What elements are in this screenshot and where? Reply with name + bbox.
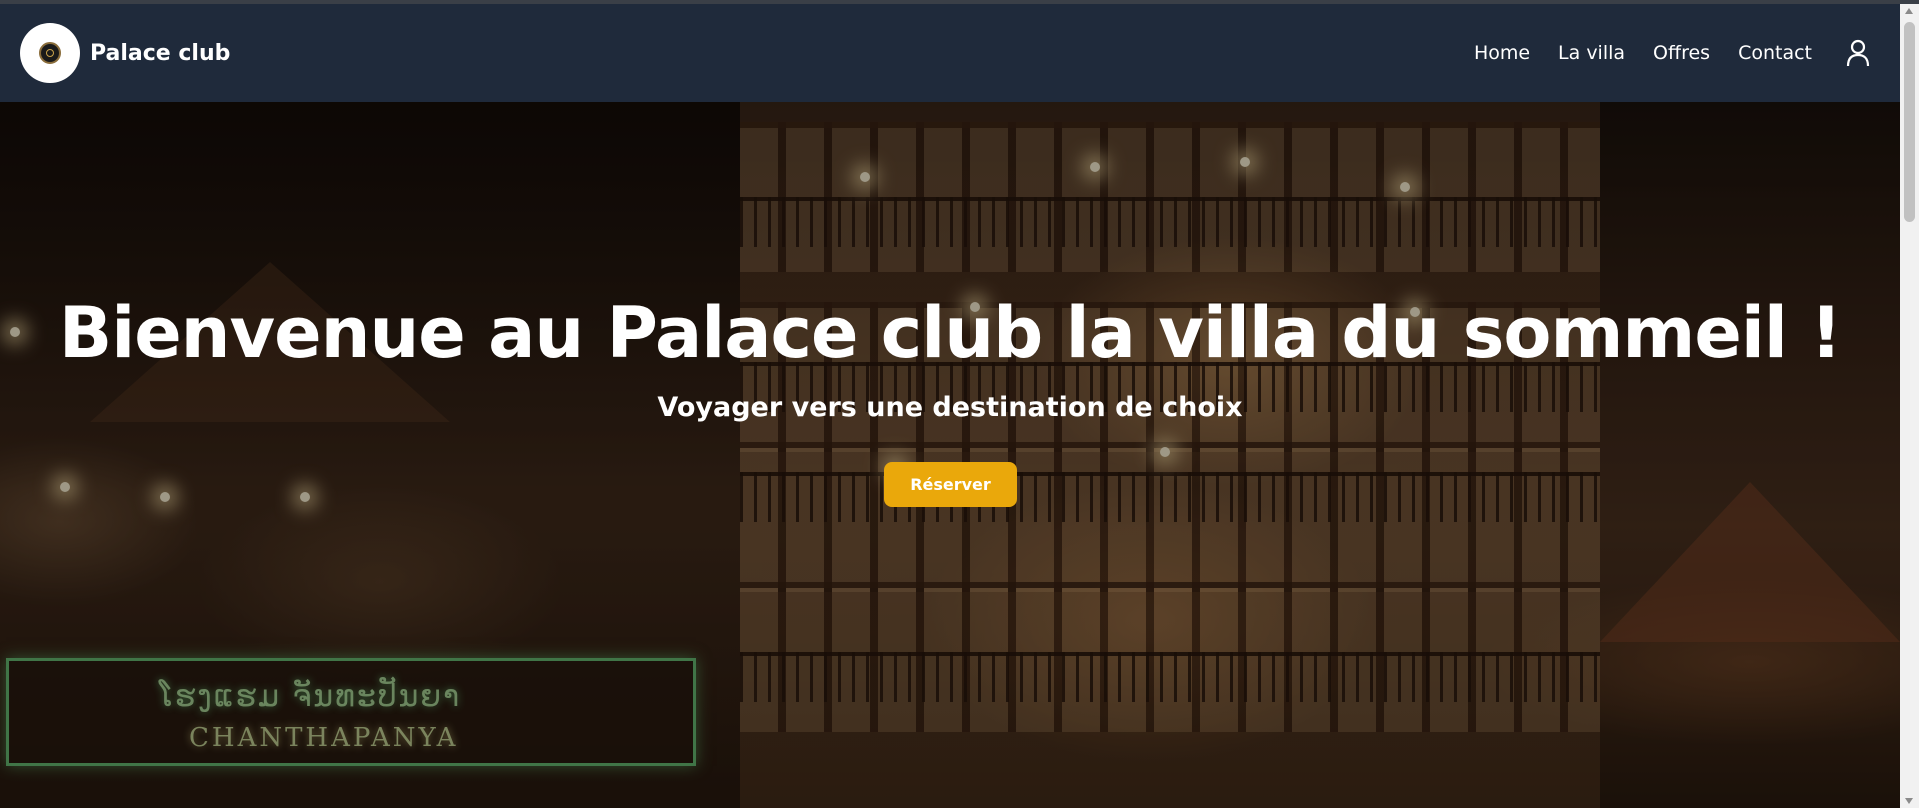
nav-link-la-villa[interactable]: La villa [1558, 42, 1625, 64]
scroll-up-arrow-icon[interactable] [1905, 8, 1913, 14]
reserve-button[interactable]: Réserver [884, 462, 1017, 507]
hero-section: ໂຮງແຮມ ຈັນທະປັນຍາ CHANTHAPANYA Bienvenue… [0, 102, 1900, 808]
hero-subtitle: Voyager vers une destination de choix [657, 392, 1243, 423]
logo[interactable] [20, 23, 80, 83]
brand-name[interactable]: Palace club [90, 41, 230, 66]
scrollbar-thumb[interactable] [1904, 22, 1915, 222]
page: Palace club Home La villa Offres Contact [0, 0, 1919, 808]
navbar: Palace club Home La villa Offres Contact [0, 4, 1900, 102]
logo-emblem-icon [39, 42, 61, 64]
nav-link-home[interactable]: Home [1474, 42, 1530, 64]
hero-title: Bienvenue au Palace club la villa du som… [58, 292, 1842, 374]
vertical-scrollbar[interactable] [1900, 4, 1919, 808]
hero-content: Bienvenue au Palace club la villa du som… [0, 102, 1900, 808]
nav-links: Home La villa Offres Contact [1446, 38, 1870, 68]
scroll-down-arrow-icon[interactable] [1905, 798, 1913, 804]
nav-link-offres[interactable]: Offres [1653, 42, 1710, 64]
nav-link-contact[interactable]: Contact [1738, 42, 1812, 64]
user-icon[interactable] [1846, 38, 1870, 68]
